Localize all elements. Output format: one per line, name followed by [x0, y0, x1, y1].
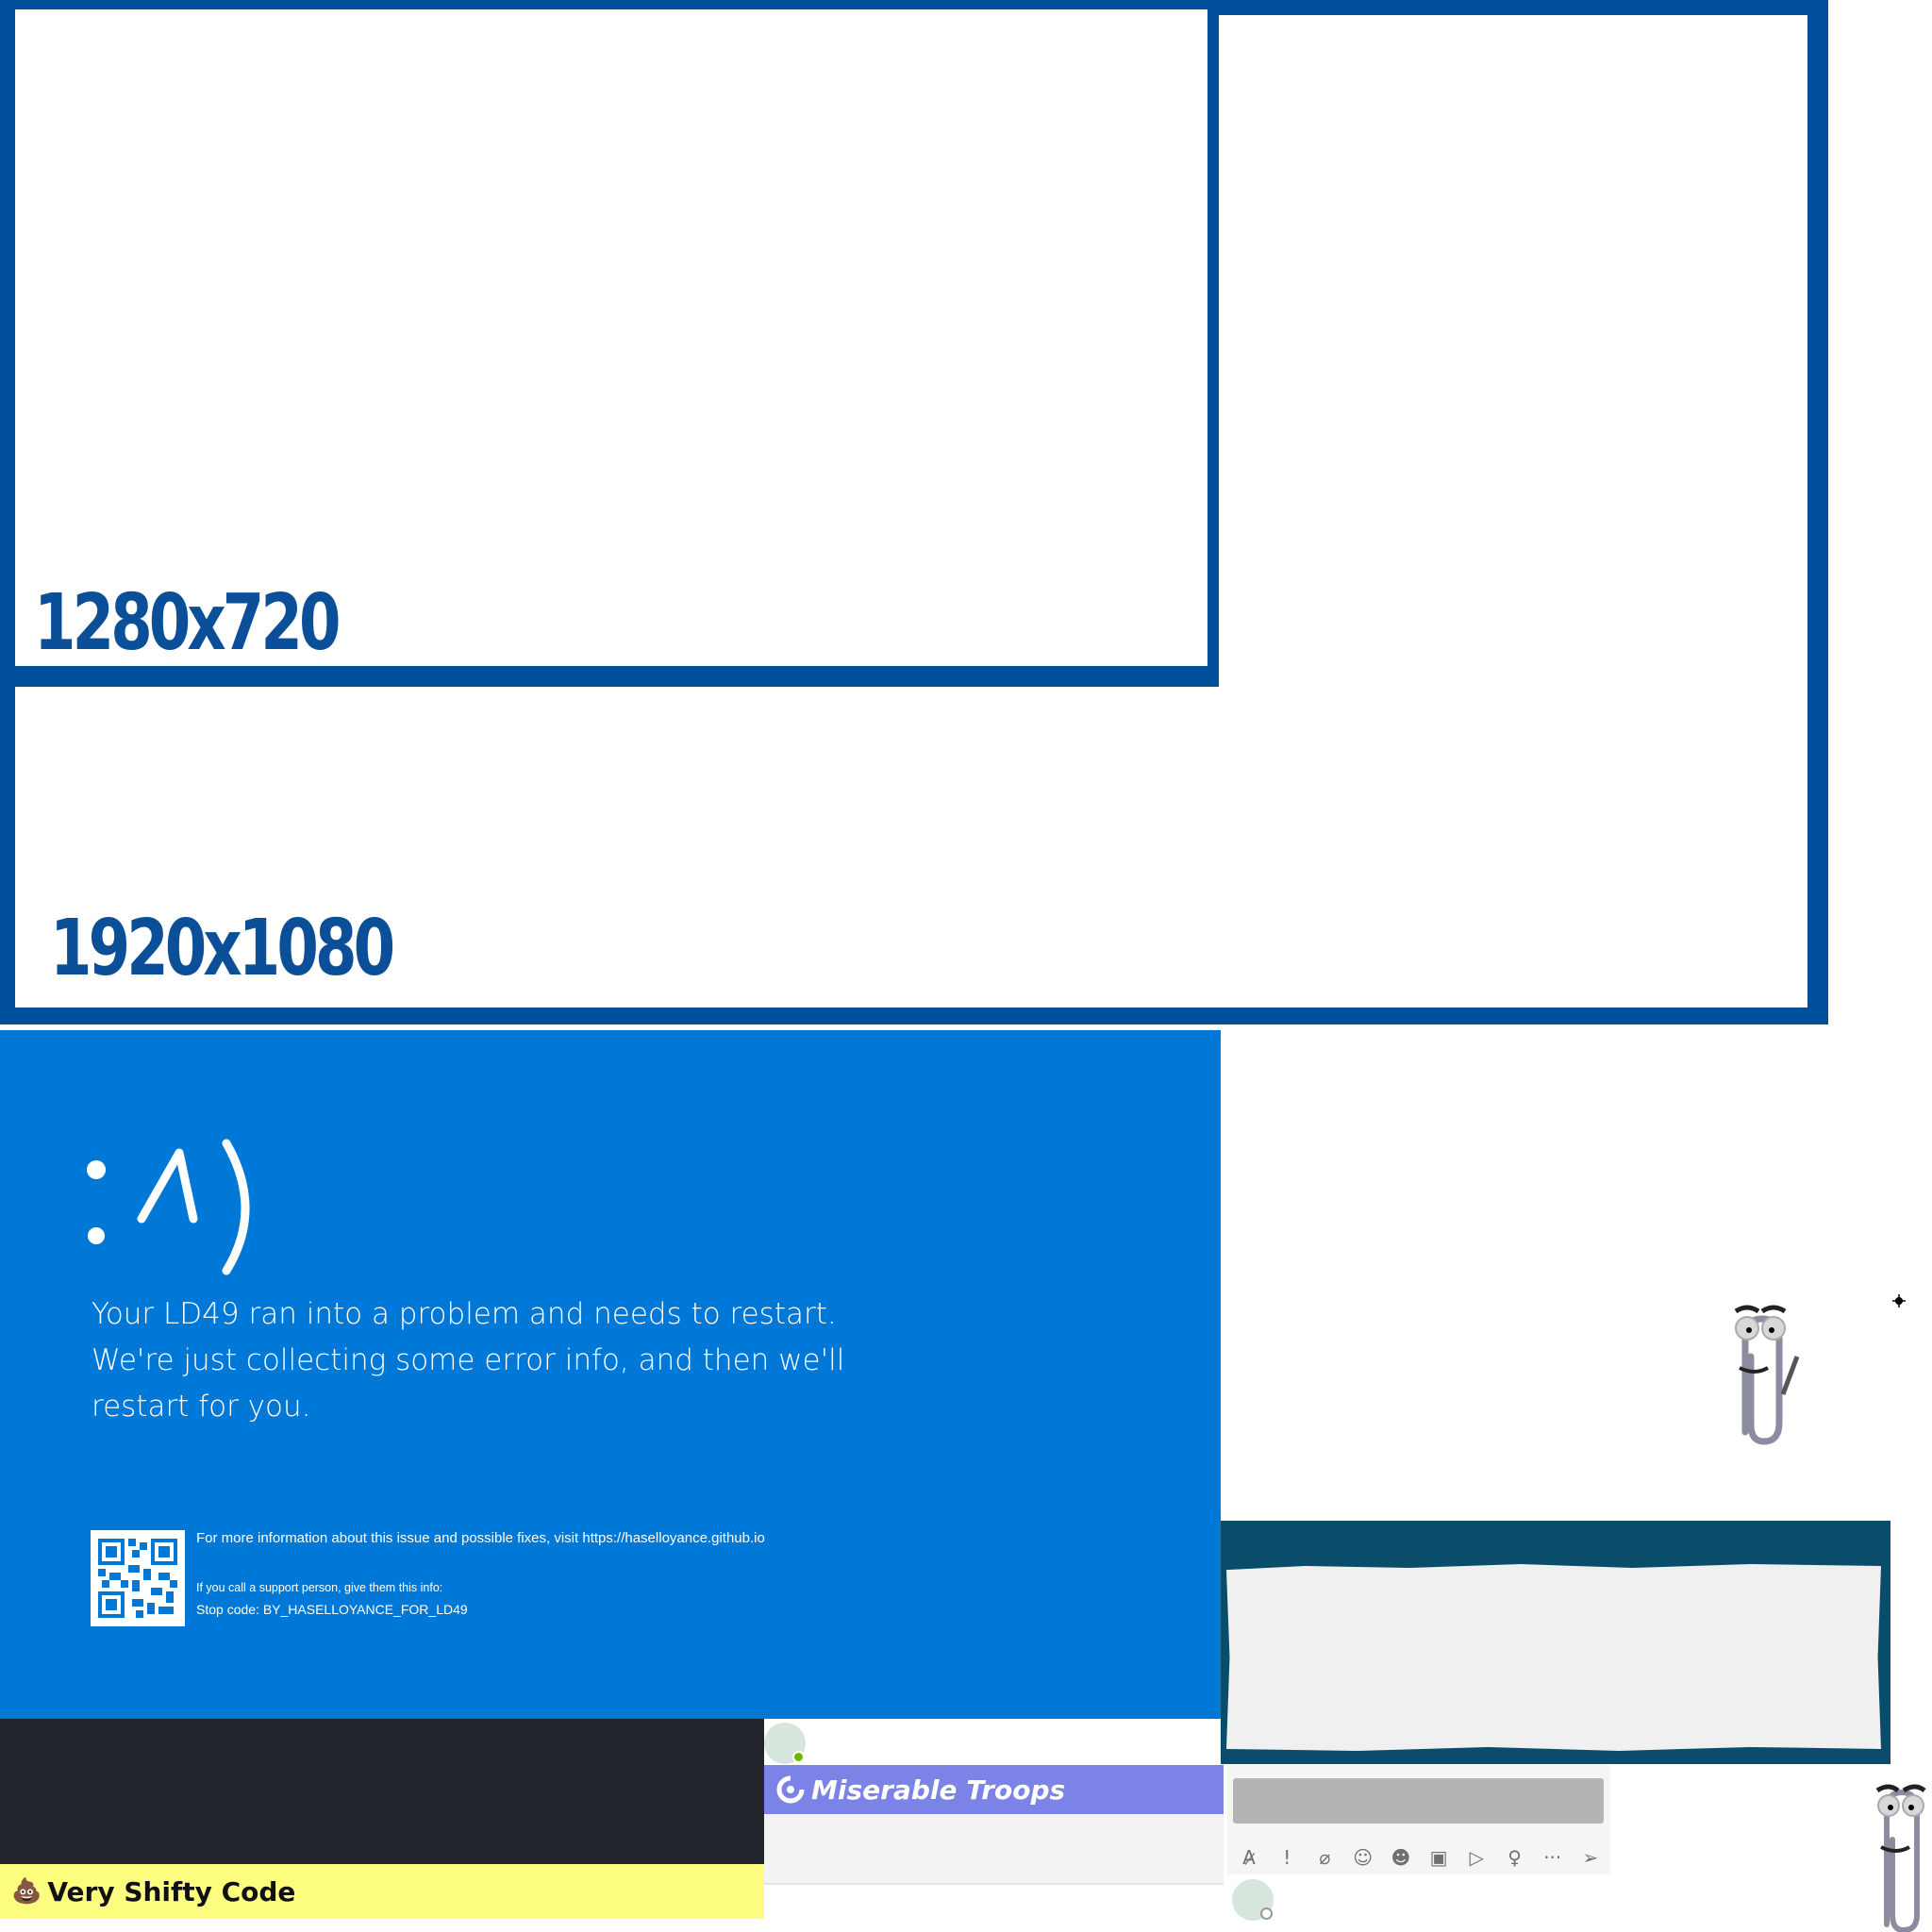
- bsod-screen: Your LD49 ran into a problem and needs t…: [0, 1030, 1221, 1719]
- code-panel: [0, 1719, 764, 1864]
- team-name: Miserable Troops: [811, 1774, 1066, 1806]
- bsod-stop-code: Stop code: BY_HASELLOYANCE_FOR_LD49: [196, 1602, 468, 1617]
- important-icon[interactable]: !: [1273, 1843, 1301, 1872]
- message-input[interactable]: [1233, 1778, 1604, 1824]
- send-icon[interactable]: ➢: [1576, 1843, 1605, 1872]
- status-offline-icon: [1260, 1907, 1273, 1920]
- app-title-bar: 💩 Very Shifty Code: [0, 1864, 764, 1919]
- bsod-info-link[interactable]: For more information about this issue an…: [196, 1530, 765, 1546]
- clippy-icon: [1875, 1784, 1926, 1932]
- emoji-icon[interactable]: ☺: [1349, 1843, 1377, 1872]
- status-available-icon: [792, 1751, 805, 1763]
- format-icon[interactable]: A̷: [1235, 1843, 1263, 1872]
- qr-code: [91, 1530, 185, 1626]
- compose-box: A̷ ! ⌀ ☺ ☻ ▣ ▷ ♀ ··· ➢: [1227, 1765, 1610, 1874]
- sticker-icon[interactable]: ☻: [1387, 1843, 1415, 1872]
- dialog-content: [1226, 1564, 1881, 1751]
- chat-panel: [764, 1814, 1224, 1885]
- sad-face-icon: [87, 1139, 250, 1275]
- label-1280x720: 1280x720: [34, 578, 341, 668]
- label-1920x1080: 1920x1080: [50, 904, 395, 993]
- team-header[interactable]: Miserable Troops: [764, 1765, 1224, 1814]
- bsod-support-text: If you call a support person, give them …: [196, 1581, 443, 1594]
- dialog-box: [1221, 1521, 1890, 1764]
- clippy-icon: [1734, 1305, 1800, 1445]
- poop-icon: 💩: [11, 1877, 42, 1906]
- more-icon[interactable]: ···: [1539, 1843, 1567, 1872]
- bsod-message: Your LD49 ran into a problem and needs t…: [92, 1297, 845, 1424]
- schedule-icon[interactable]: ▣: [1424, 1843, 1453, 1872]
- crosshair-icon: [1892, 1294, 1906, 1307]
- stream-icon[interactable]: ▷: [1462, 1843, 1491, 1872]
- attach-icon[interactable]: ⌀: [1310, 1843, 1339, 1872]
- app-title: Very Shifty Code: [47, 1875, 296, 1907]
- compose-toolbar: A̷ ! ⌀ ☺ ☻ ▣ ▷ ♀ ··· ➢: [1235, 1842, 1605, 1873]
- praise-icon[interactable]: ♀: [1501, 1843, 1529, 1872]
- teams-swirl-icon: [776, 1775, 805, 1804]
